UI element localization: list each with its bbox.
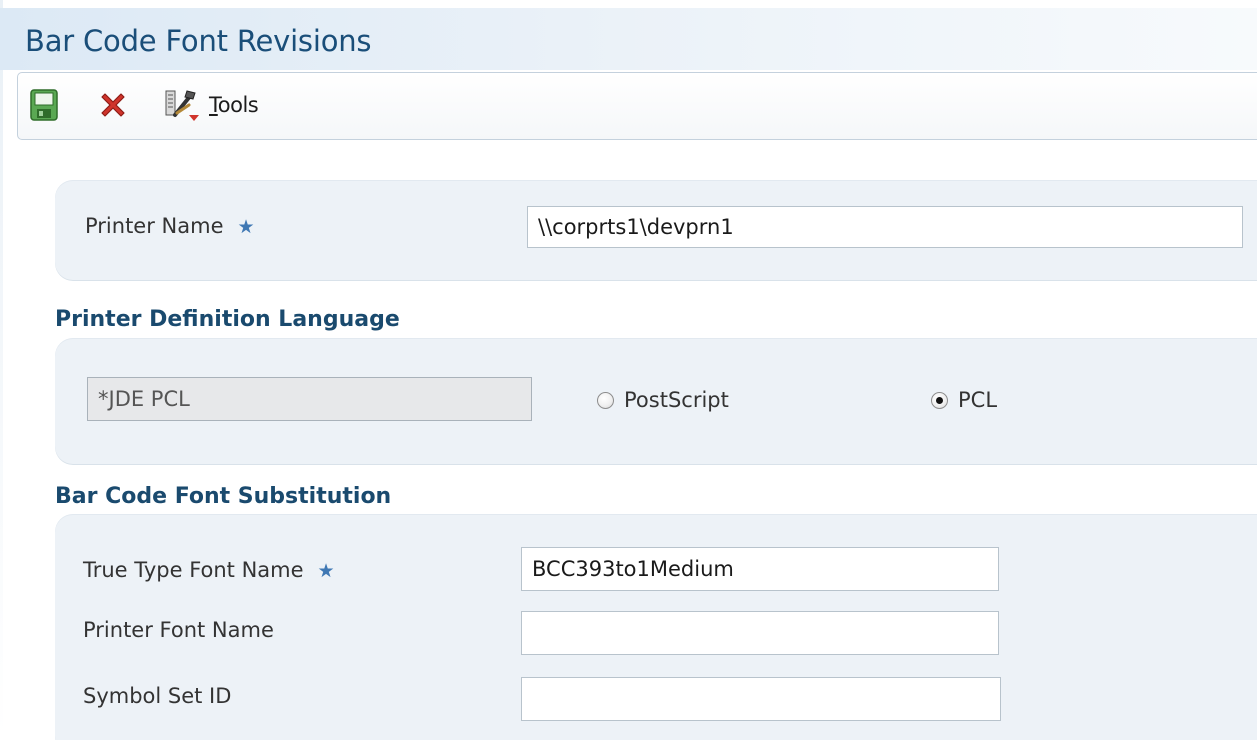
radio-pcl[interactable]: PCL (931, 388, 997, 412)
save-button[interactable] (29, 88, 59, 122)
radio-label-postscript: PostScript (624, 388, 729, 412)
required-star-icon: ★ (237, 216, 255, 238)
save-icon (30, 89, 58, 121)
tools-label: Tools (209, 93, 259, 117)
substitution-section-title: Bar Code Font Substitution (55, 484, 392, 509)
cancel-icon (101, 93, 125, 117)
printer-name-input[interactable] (527, 206, 1243, 248)
toolbar: Tools (17, 72, 1257, 140)
radio-button-postscript[interactable] (597, 391, 614, 409)
left-edge-rule (0, 0, 3, 740)
printer-name-label: Printer Name ★ (85, 214, 255, 238)
tools-icon (165, 90, 199, 121)
required-star-icon: ★ (317, 560, 335, 582)
bar-code-font-revisions-page: Bar Code Font Revisions Tools Printer Na… (0, 0, 1257, 740)
radio-postscript[interactable]: PostScript (597, 388, 729, 412)
ttf-name-input[interactable] (521, 547, 999, 591)
ttf-name-label: True Type Font Name ★ (83, 558, 335, 582)
symbol-set-id-label: Symbol Set ID (83, 684, 232, 708)
printer-font-name-label: Printer Font Name (83, 618, 274, 642)
radio-label-pcl: PCL (958, 388, 998, 412)
cancel-button[interactable] (96, 88, 130, 122)
page-title: Bar Code Font Revisions (25, 24, 372, 58)
title-bar: Bar Code Font Revisions (0, 8, 1257, 70)
pdl-section-title: Printer Definition Language (55, 307, 400, 332)
printer-font-name-input[interactable] (521, 611, 999, 655)
tools-menu-button[interactable]: Tools (163, 87, 259, 123)
pdl-current-value-field (87, 377, 532, 421)
symbol-set-id-input[interactable] (521, 677, 1001, 721)
radio-button-pcl[interactable] (931, 391, 948, 409)
